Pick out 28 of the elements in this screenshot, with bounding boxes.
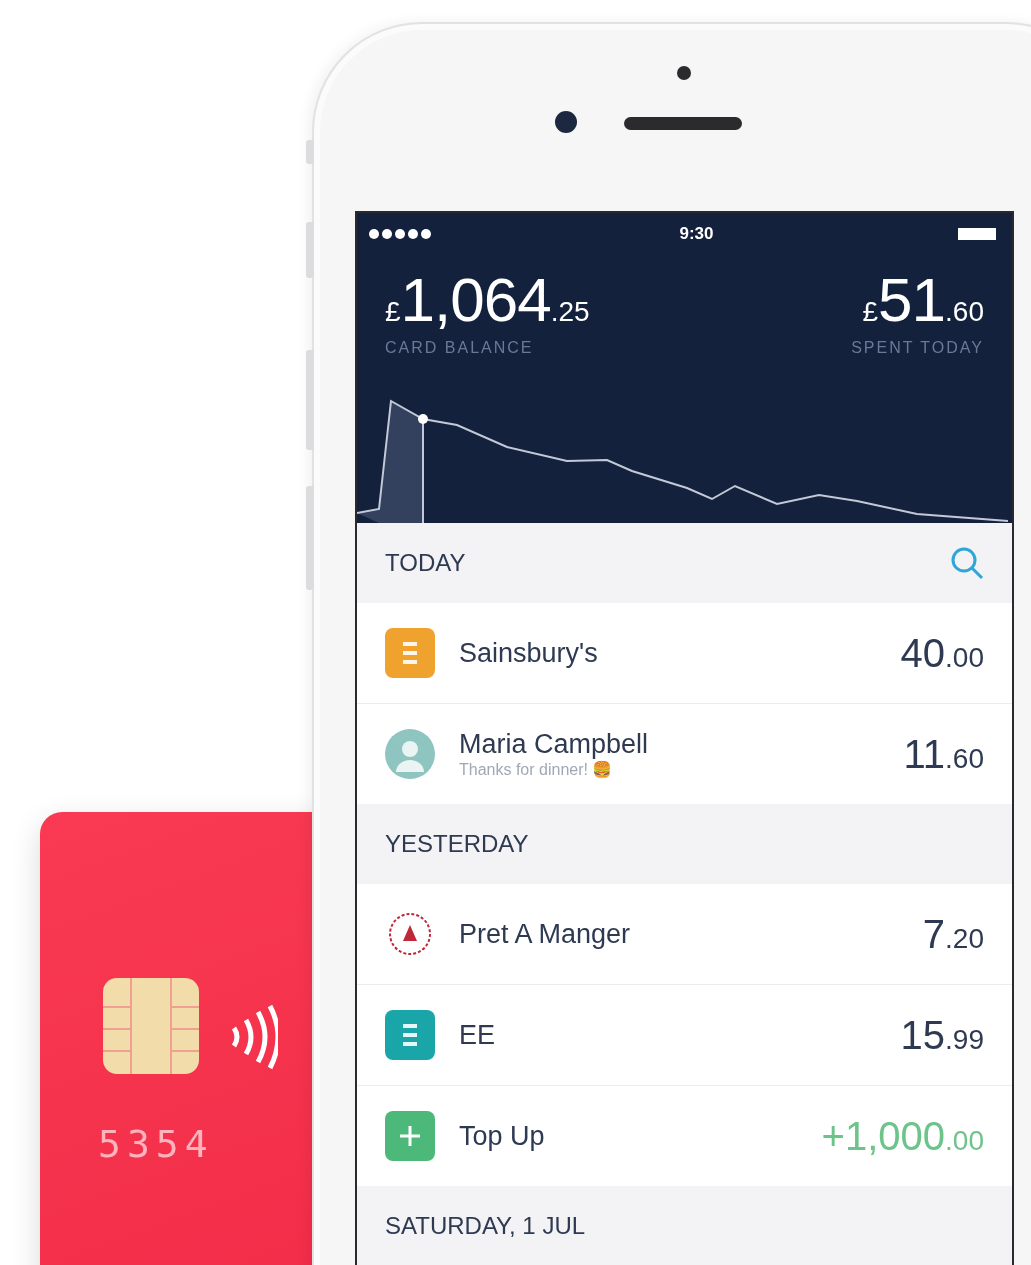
avatar-icon <box>385 729 435 779</box>
merchant-name: Top Up <box>459 1120 546 1152</box>
merchant-name: Maria Campbell <box>459 729 650 760</box>
section-title: YESTERDAY <box>385 830 529 858</box>
amount-display: £51.60 <box>862 269 984 331</box>
chip-icon <box>102 977 200 1075</box>
battery-icon <box>958 228 996 240</box>
amount-display: £1,064.25 <box>385 269 590 331</box>
transaction-amount: 15.99 <box>900 1012 984 1058</box>
transaction-amount: +1,000.00 <box>821 1113 984 1159</box>
merchant-name: Sainsbury's <box>459 637 599 669</box>
plus-icon <box>385 1111 435 1161</box>
logo-icon <box>385 628 435 678</box>
contactless-icon <box>230 1004 278 1070</box>
status-time: 9:30 <box>679 224 714 244</box>
card-number: 5354 <box>98 1122 214 1166</box>
transaction-amount: 11.60 <box>903 731 984 777</box>
merchant-name: EE <box>459 1019 497 1051</box>
section-title: TODAY <box>385 549 466 577</box>
search-icon[interactable] <box>950 546 984 580</box>
amount-label: SPENT TODAY <box>851 339 984 357</box>
transaction-note: Thanks for dinner! 🍔 <box>459 760 614 779</box>
transaction-amount: 40.00 <box>900 630 984 676</box>
logo-icon <box>385 1010 435 1060</box>
transaction-amount: 7.20 <box>922 911 984 957</box>
merchant-name: Pret A Manger <box>459 918 632 950</box>
amount-label: CARD BALANCE <box>385 339 534 357</box>
section-title: SATURDAY, 1 JUL <box>385 1212 586 1240</box>
